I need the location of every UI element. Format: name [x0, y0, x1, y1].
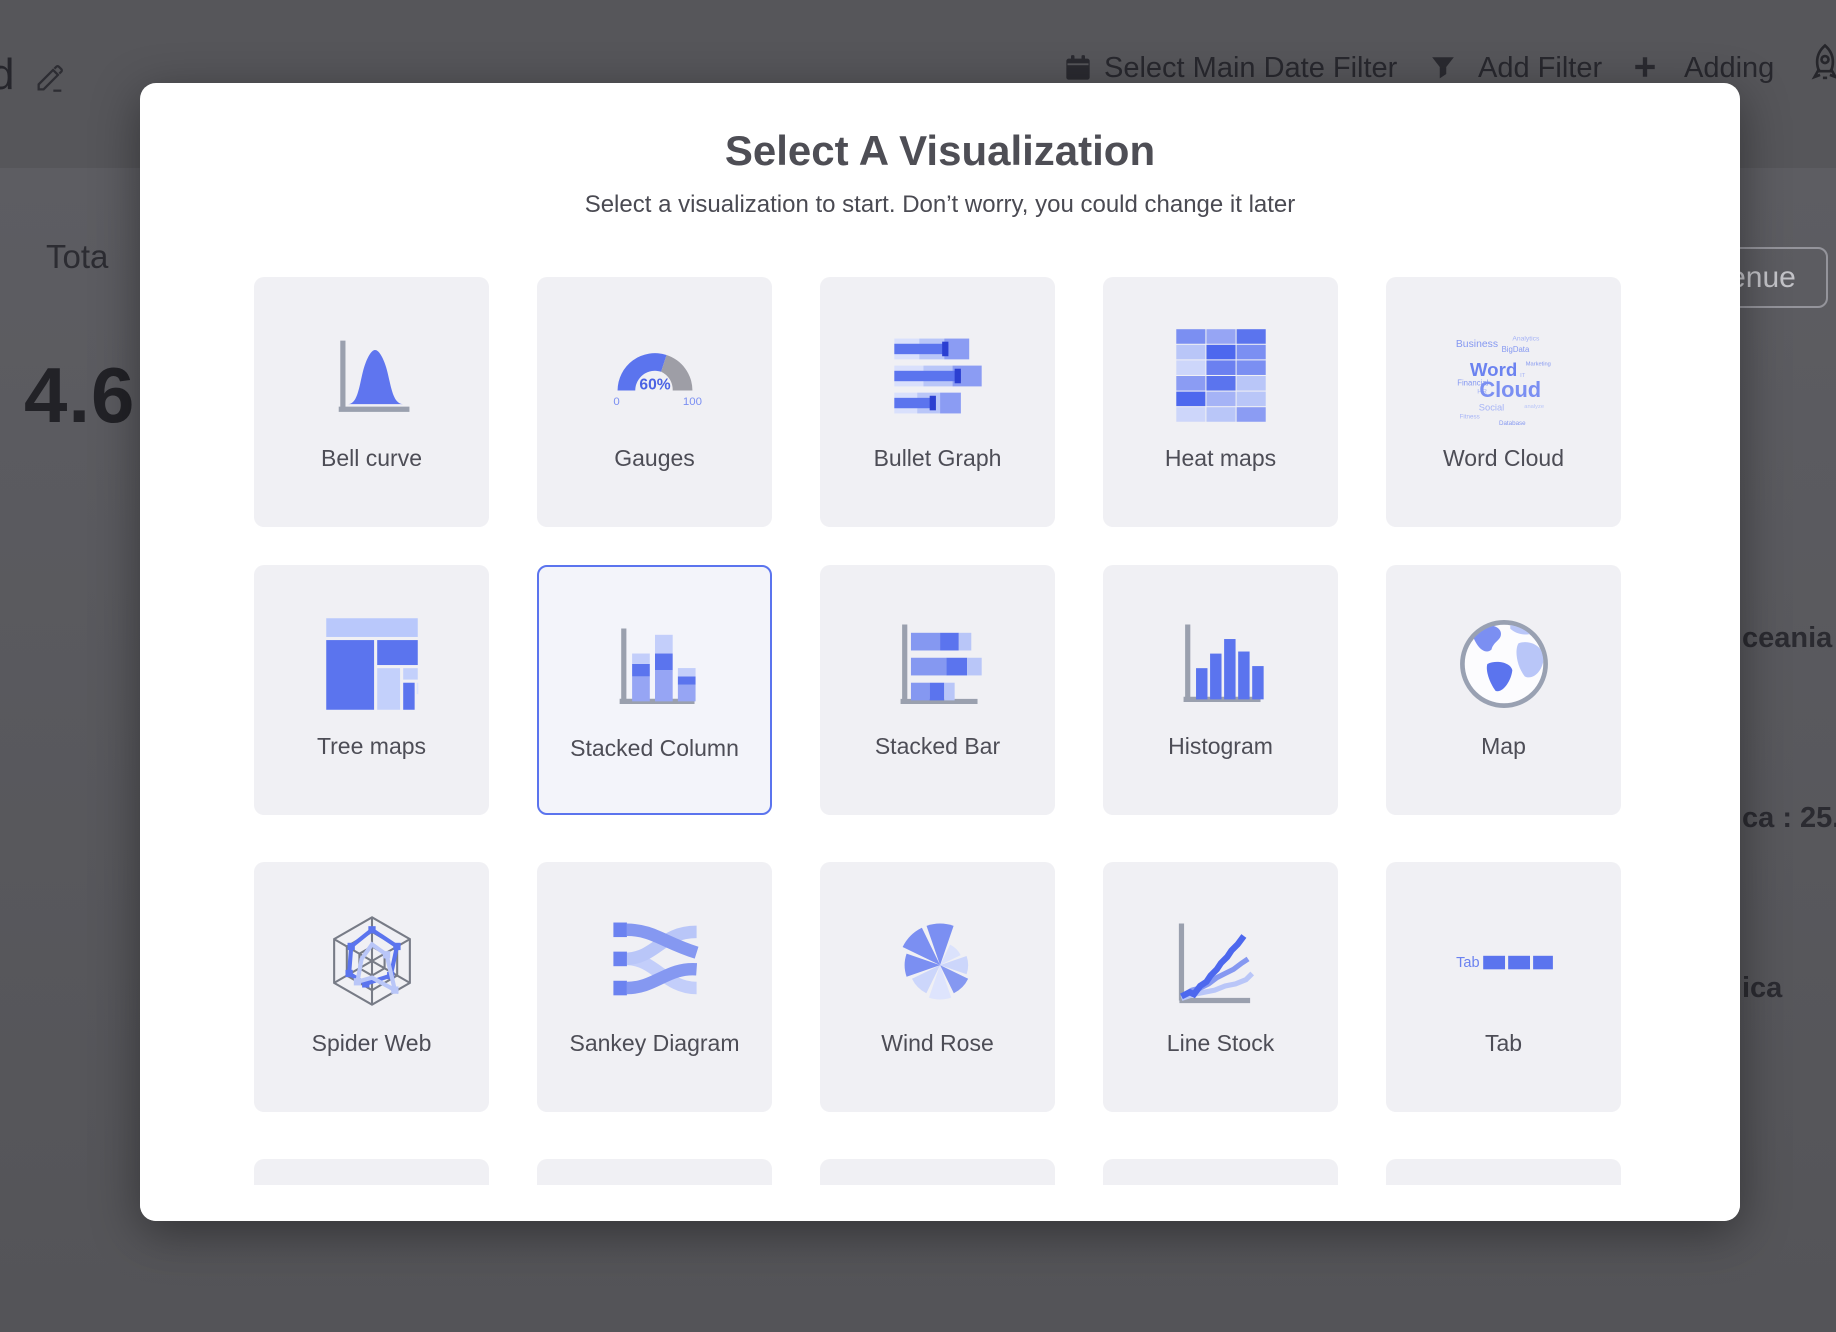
- heat-maps-icon: [1166, 321, 1276, 431]
- wordcloud-word: Cloud: [1479, 377, 1541, 402]
- wordcloud-word: Database: [1498, 420, 1525, 427]
- wind-rose-icon: [883, 906, 993, 1016]
- modal-title: Select A Visualization: [140, 127, 1740, 175]
- visualization-label: Histogram: [1158, 731, 1283, 761]
- visualization-label: Tree maps: [307, 731, 436, 761]
- tab-icon: Tab: [1449, 906, 1559, 1016]
- add-filter-button: Add Filter: [1478, 52, 1602, 85]
- visualization-card-stacked-column[interactable]: Stacked Column: [537, 565, 772, 815]
- visualization-card-sankey-diagram[interactable]: Sankey Diagram: [537, 862, 772, 1112]
- visualization-label: Tab: [1475, 1028, 1532, 1058]
- visualization-card-bell-curve[interactable]: Bell curve: [254, 277, 489, 527]
- wordcloud-word: Fitness: [1459, 414, 1479, 421]
- visualization-label: Stacked Bar: [865, 731, 1010, 761]
- visualization-card-tree-maps[interactable]: Tree maps: [254, 565, 489, 815]
- select-visualization-modal: Select A Visualization Select a visualiz…: [140, 83, 1740, 1221]
- visualization-card-wind-rose[interactable]: Wind Rose: [820, 862, 1055, 1112]
- legend-fragment-america: ica: [1742, 972, 1782, 1005]
- modal-bottom-padding: [140, 1185, 1740, 1221]
- modal-subtitle: Select a visualization to start. Don’t w…: [140, 191, 1740, 219]
- visualization-card-tab[interactable]: Tab Tab: [1386, 862, 1621, 1112]
- gauge-value-label: 60%: [639, 377, 670, 394]
- filter-funnel-icon: [1430, 54, 1456, 85]
- visualization-label: Heat maps: [1155, 443, 1286, 473]
- visualization-card-histogram[interactable]: Histogram: [1103, 565, 1338, 815]
- gauge-max-label: 100: [682, 396, 701, 408]
- spider-web-icon: [317, 906, 427, 1016]
- wordcloud-word: Marketing: [1525, 362, 1550, 368]
- visualization-label: Line Stock: [1157, 1028, 1284, 1058]
- word-cloud-icon: Business Analytics BigData Word IT Marke…: [1449, 321, 1559, 431]
- metric-value-fragment: 4.6: [24, 350, 135, 441]
- wordcloud-word: BigData: [1501, 345, 1529, 354]
- edit-pencil-icon: [34, 62, 66, 99]
- tab-icon-text: Tab: [1456, 955, 1479, 971]
- wordcloud-word: analyze: [1524, 404, 1544, 410]
- visualization-label: Wind Rose: [871, 1028, 1003, 1058]
- visualization-label: Sankey Diagram: [559, 1028, 749, 1058]
- visualization-label: Bell curve: [311, 443, 432, 473]
- visualization-label: Stacked Column: [560, 733, 749, 763]
- bell-curve-icon: [317, 321, 427, 431]
- wordcloud-word: Business: [1455, 339, 1497, 350]
- rocket-icon: [1804, 42, 1836, 89]
- visualization-label: Spider Web: [302, 1028, 442, 1058]
- visualization-label: Word Cloud: [1433, 443, 1574, 473]
- bullet-graph-icon: [883, 321, 993, 431]
- dashboard-title-fragment: d: [0, 50, 14, 100]
- sankey-diagram-icon: [600, 906, 710, 1016]
- map-icon: [1449, 609, 1559, 719]
- adding-button: Adding: [1684, 52, 1774, 85]
- legend-fragment-oceania: ceania : 8: [1742, 622, 1836, 655]
- stacked-bar-icon: [883, 609, 993, 719]
- metric-label-fragment: Tota: [46, 238, 108, 276]
- visualization-card-line-stock[interactable]: Line Stock: [1103, 862, 1338, 1112]
- stacked-column-icon: [600, 611, 710, 721]
- visualization-card-gauges[interactable]: 60% 0 100 Gauges: [537, 277, 772, 527]
- gauge-min-label: 0: [613, 396, 619, 408]
- line-stock-icon: [1166, 906, 1276, 1016]
- visualization-label: Gauges: [604, 443, 705, 473]
- visualization-card-heat-maps[interactable]: Heat maps: [1103, 277, 1338, 527]
- plus-icon: [1632, 54, 1658, 85]
- visualization-card-stacked-bar[interactable]: Stacked Bar: [820, 565, 1055, 815]
- wordcloud-word: Social: [1478, 402, 1503, 412]
- gauges-icon: 60% 0 100: [600, 321, 710, 431]
- visualization-card-spider-web[interactable]: Spider Web: [254, 862, 489, 1112]
- visualization-label: Map: [1471, 731, 1536, 761]
- visualization-card-word-cloud[interactable]: Business Analytics BigData Word IT Marke…: [1386, 277, 1621, 527]
- visualization-label: Bullet Graph: [864, 443, 1012, 473]
- histogram-icon: [1166, 609, 1276, 719]
- visualization-card-map[interactable]: Map: [1386, 565, 1621, 815]
- wordcloud-word: Analytics: [1512, 336, 1540, 343]
- select-main-date-filter-button: Select Main Date Filter: [1104, 52, 1397, 85]
- tree-maps-icon: [317, 609, 427, 719]
- legend-fragment-africa: ca : 25.95: [1742, 802, 1836, 835]
- visualization-card-bullet-graph[interactable]: Bullet Graph: [820, 277, 1055, 527]
